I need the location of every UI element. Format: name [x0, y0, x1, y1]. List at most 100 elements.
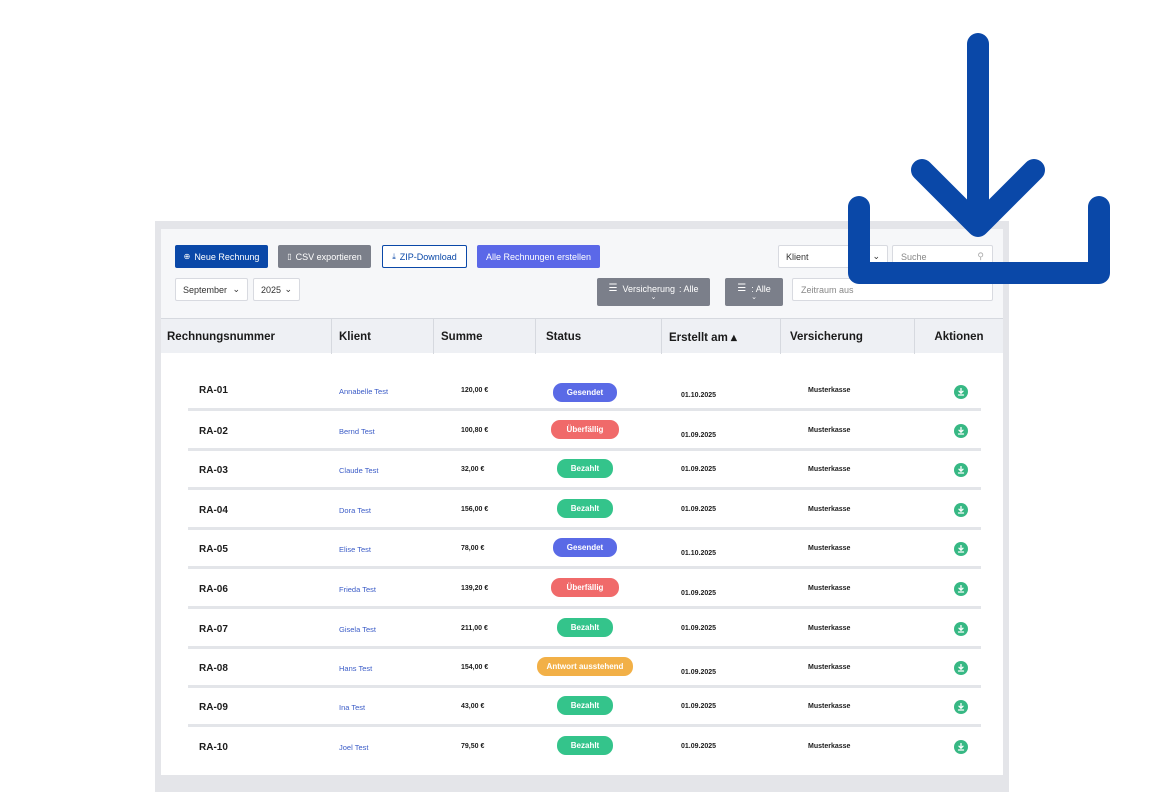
insurance-filter-label: Versicherung — [622, 283, 675, 294]
invoice-sum: 79,50 € — [461, 743, 485, 750]
created-date: 01.09.2025 — [681, 669, 717, 676]
table-row[interactable]: RA-03 Claude Test 32,00 € Bezahlt 01.09.2025… — [188, 450, 981, 490]
header-invoice-number[interactable]: Rechnungsnummer — [161, 319, 332, 354]
header-label: Summe — [441, 330, 483, 343]
header-label: Status — [546, 330, 582, 343]
status-badge: Antwort ausstehend — [537, 657, 633, 676]
invoice-number: RA-05 — [199, 544, 228, 555]
second-filter[interactable]: ☰ : Alle ⌄ — [725, 278, 783, 306]
insurance-name: Musterkasse — [808, 545, 851, 552]
created-date: 01.09.2025 — [681, 432, 717, 439]
header-actions: Aktionen — [915, 319, 1003, 354]
download-icon[interactable] — [954, 700, 968, 714]
table-row[interactable]: RA-01 Annabelle Test 120,00 € Gesendet 01.10… — [188, 371, 981, 411]
download-icon[interactable] — [954, 463, 968, 477]
insurance-name: Musterkasse — [808, 703, 851, 710]
download-icon[interactable] — [954, 661, 968, 675]
download-icon[interactable] — [954, 740, 968, 754]
status-badge: Bezahlt — [557, 499, 613, 518]
status-badge: Bezahlt — [557, 459, 613, 478]
table-row[interactable]: RA-06 Frieda Test 139,20 € Überfällig 01.09.… — [188, 569, 981, 609]
header-sum[interactable]: Summe — [434, 319, 536, 354]
client-link[interactable]: Bernd Test — [339, 427, 375, 436]
download-icon — [848, 33, 1110, 284]
status-badge: Bezahlt — [557, 736, 613, 755]
download-icon[interactable] — [954, 424, 968, 438]
invoice-number: RA-08 — [199, 663, 228, 674]
download-icon[interactable] — [954, 542, 968, 556]
second-filter-value: : Alle — [751, 283, 771, 294]
filter-lines-icon: ☰ — [608, 283, 618, 294]
header-created-at[interactable]: Erstellt am ▴ — [662, 319, 781, 354]
invoice-number: RA-07 — [199, 624, 228, 635]
table-row[interactable]: RA-04 Dora Test 156,00 € Bezahlt 01.09.2025 M… — [188, 490, 981, 530]
client-link[interactable]: Claude Test — [339, 466, 378, 475]
header-label: Erstellt am ▴ — [669, 331, 737, 344]
year-select[interactable]: 2025 ⌄ — [253, 278, 300, 301]
status-badge: Bezahlt — [557, 696, 613, 715]
download-icon[interactable] — [954, 622, 968, 636]
header-insurance[interactable]: Versicherung — [781, 319, 915, 354]
file-icon: ▯ — [287, 252, 292, 261]
invoice-sum: 139,20 € — [461, 585, 489, 592]
download-icon[interactable] — [954, 385, 968, 399]
chevron-down-icon: ⌄ — [284, 284, 292, 294]
table-row[interactable]: RA-02 Bernd Test 100,80 € Überfällig 01.09.2… — [188, 411, 981, 451]
table-row[interactable]: RA-09 Ina Test 43,00 € Bezahlt 01.09.2025 Mus… — [188, 687, 981, 727]
download-icon[interactable] — [954, 503, 968, 517]
table-header: Rechnungsnummer Klient Summe Status Erst… — [161, 318, 1003, 354]
client-link[interactable]: Elise Test — [339, 545, 371, 554]
zip-download-label: ZIP-Download — [399, 251, 457, 262]
create-all-label: Alle Rechnungen erstellen — [485, 251, 592, 262]
invoice-sum: 78,00 € — [461, 545, 485, 552]
month-select[interactable]: September ⌄ — [175, 278, 248, 301]
filter-lines-icon: ☰ — [737, 283, 747, 294]
invoice-number: RA-10 — [199, 742, 228, 753]
client-select-value: Klient — [786, 251, 809, 262]
client-link[interactable]: Dora Test — [339, 506, 371, 515]
zip-download-button[interactable]: ⤓ ZIP-Download — [382, 245, 467, 268]
created-date: 01.09.2025 — [681, 590, 717, 597]
year-value: 2025 — [261, 284, 282, 295]
header-label: Rechnungsnummer — [167, 330, 275, 343]
download-icon[interactable] — [954, 582, 968, 596]
plus-circle-icon: ⊕ — [183, 252, 191, 261]
csv-export-button[interactable]: ▯ CSV exportieren — [278, 245, 371, 268]
csv-export-label: CSV exportieren — [295, 251, 362, 262]
insurance-name: Musterkasse — [808, 625, 851, 632]
chevron-down-icon: ⌄ — [650, 294, 657, 301]
client-link[interactable]: Annabelle Test — [339, 387, 388, 396]
client-link[interactable]: Joel Test — [339, 743, 368, 752]
new-invoice-button[interactable]: ⊕ Neue Rechnung — [175, 245, 268, 268]
status-badge: Überfällig — [551, 578, 619, 597]
table-row[interactable]: RA-07 Gisela Test 211,00 € Bezahlt 01.09.202… — [188, 609, 981, 649]
header-label: Versicherung — [790, 330, 863, 343]
header-client[interactable]: Klient — [332, 319, 434, 354]
insurance-name: Musterkasse — [808, 664, 851, 671]
header-status[interactable]: Status — [536, 319, 662, 354]
invoice-sum: 43,00 € — [461, 703, 485, 710]
invoice-sum: 120,00 € — [461, 387, 489, 394]
insurance-filter-value: : Alle — [679, 283, 699, 294]
client-link[interactable]: Frieda Test — [339, 585, 376, 594]
client-link[interactable]: Ina Test — [339, 703, 365, 712]
insurance-name: Musterkasse — [808, 427, 851, 434]
client-link[interactable]: Hans Test — [339, 664, 372, 673]
invoice-number: RA-02 — [199, 426, 228, 437]
month-value: September — [183, 284, 228, 295]
create-all-invoices-button[interactable]: Alle Rechnungen erstellen — [477, 245, 600, 268]
table-row[interactable]: RA-10 Joel Test 79,50 € Bezahlt 01.09.2025 Mu… — [188, 727, 981, 767]
invoice-panel: ⊕ Neue Rechnung ▯ CSV exportieren ⤓ ZIP-… — [161, 229, 1003, 775]
header-label: Aktionen — [934, 330, 984, 343]
insurance-name: Musterkasse — [808, 387, 851, 394]
insurance-name: Musterkasse — [808, 585, 851, 592]
client-link[interactable]: Gisela Test — [339, 625, 376, 634]
table-row[interactable]: RA-08 Hans Test 154,00 € Antwort ausstehend… — [188, 648, 981, 688]
status-badge: Bezahlt — [557, 618, 613, 637]
table-row[interactable]: RA-05 Elise Test 78,00 € Gesendet 01.10.2025… — [188, 529, 981, 569]
insurance-name: Musterkasse — [808, 466, 851, 473]
insurance-filter[interactable]: ☰ Versicherung : Alle ⌄ — [597, 278, 710, 306]
invoice-number: RA-01 — [199, 385, 228, 396]
invoice-sum: 211,00 € — [461, 625, 488, 632]
created-date: 01.09.2025 — [681, 703, 717, 710]
